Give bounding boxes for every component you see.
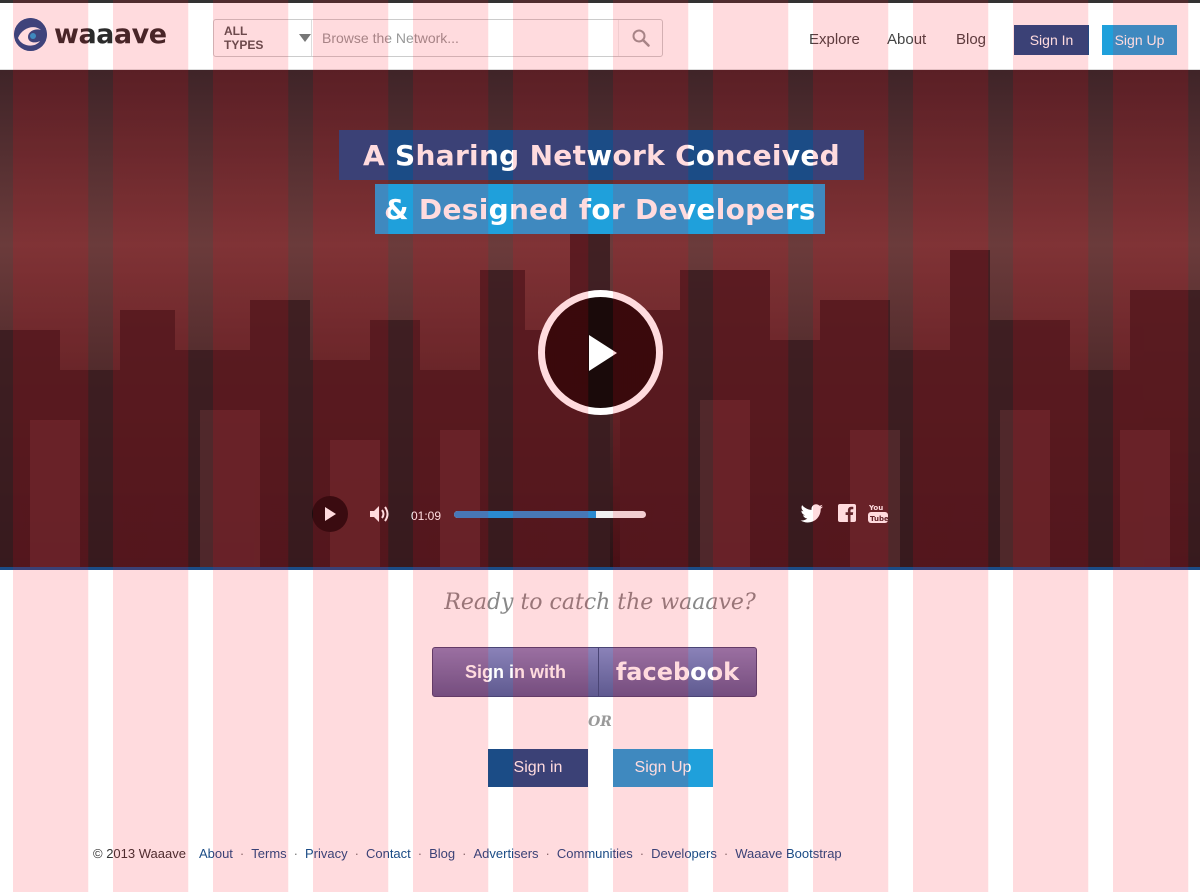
footer-separator: · xyxy=(293,846,298,861)
sign-up-button[interactable]: Sign Up xyxy=(613,749,713,787)
footer-link-bootstrap[interactable]: Waaave Bootstrap xyxy=(735,846,841,861)
footer-separator: · xyxy=(545,846,550,861)
footer-link-communities[interactable]: Communities xyxy=(557,846,633,861)
logo-text: waaave xyxy=(54,19,167,50)
footer-link-terms[interactable]: Terms xyxy=(251,846,286,861)
sign-in-button[interactable]: Sign in xyxy=(488,749,588,787)
play-icon xyxy=(325,507,336,521)
facebook-sign-in-label: Sign in with xyxy=(433,648,599,696)
facebook-brand-label: facebook xyxy=(615,658,740,686)
or-divider: OR xyxy=(588,714,612,730)
hero-banner: A Sharing Network Conceived & Designed f… xyxy=(0,70,1200,570)
video-play-button[interactable] xyxy=(538,290,663,415)
footer-copyright: © 2013 Waaave xyxy=(93,846,186,861)
footer-link-contact[interactable]: Contact xyxy=(366,846,411,861)
search-input[interactable] xyxy=(312,20,618,56)
control-play-button[interactable] xyxy=(312,496,348,532)
header-sign-in-button[interactable]: Sign In xyxy=(1014,25,1089,55)
svg-text:You: You xyxy=(868,504,883,512)
facebook-sign-in-button[interactable]: Sign in with facebook xyxy=(432,647,757,697)
footer-separator: · xyxy=(639,846,645,861)
search-bar: ALL TYPES xyxy=(213,19,663,57)
footer-separator: · xyxy=(354,846,359,861)
footer: © 2013 Waaave About · Terms · Privacy · … xyxy=(93,846,842,861)
cta-tagline: Ready to catch the waaave? xyxy=(444,590,756,615)
footer-separator: · xyxy=(462,846,467,861)
facebook-icon[interactable] xyxy=(838,504,856,527)
footer-link-blog[interactable]: Blog xyxy=(429,846,455,861)
search-icon xyxy=(632,29,650,47)
wave-logo-icon xyxy=(14,18,47,51)
youtube-icon[interactable]: You Tube xyxy=(868,502,889,529)
volume-icon[interactable] xyxy=(368,504,392,529)
site-header: waaave ALL TYPES Explore About Blog Sign… xyxy=(0,0,1200,70)
svg-text:Tube: Tube xyxy=(870,515,888,523)
footer-separator: · xyxy=(723,846,729,861)
nav-about[interactable]: About xyxy=(887,31,926,48)
footer-link-privacy[interactable]: Privacy xyxy=(305,846,348,861)
caret-down-icon xyxy=(299,34,311,42)
search-type-select[interactable]: ALL TYPES xyxy=(214,20,312,56)
footer-separator: · xyxy=(239,846,245,861)
video-progress-bar[interactable] xyxy=(454,511,646,518)
video-progress-fill xyxy=(454,511,597,518)
play-icon xyxy=(588,334,617,371)
search-type-label: ALL TYPES xyxy=(224,24,264,52)
twitter-icon[interactable] xyxy=(800,504,824,529)
headline-line-2: & Designed for Developers xyxy=(375,184,825,234)
video-controls: 01:09 You Tube xyxy=(312,494,892,534)
logo[interactable]: waaave xyxy=(14,18,167,51)
header-sign-up-button[interactable]: Sign Up xyxy=(1102,25,1177,55)
search-button[interactable] xyxy=(618,20,662,56)
headline-line-1: A Sharing Network Conceived xyxy=(339,130,864,180)
footer-link-about[interactable]: About xyxy=(199,846,233,861)
nav-explore[interactable]: Explore xyxy=(809,31,860,48)
footer-link-developers[interactable]: Developers xyxy=(651,846,717,861)
nav-blog[interactable]: Blog xyxy=(956,31,986,48)
footer-link-advertisers[interactable]: Advertisers xyxy=(474,846,539,861)
video-time: 01:09 xyxy=(411,509,442,523)
footer-separator: · xyxy=(417,846,423,861)
